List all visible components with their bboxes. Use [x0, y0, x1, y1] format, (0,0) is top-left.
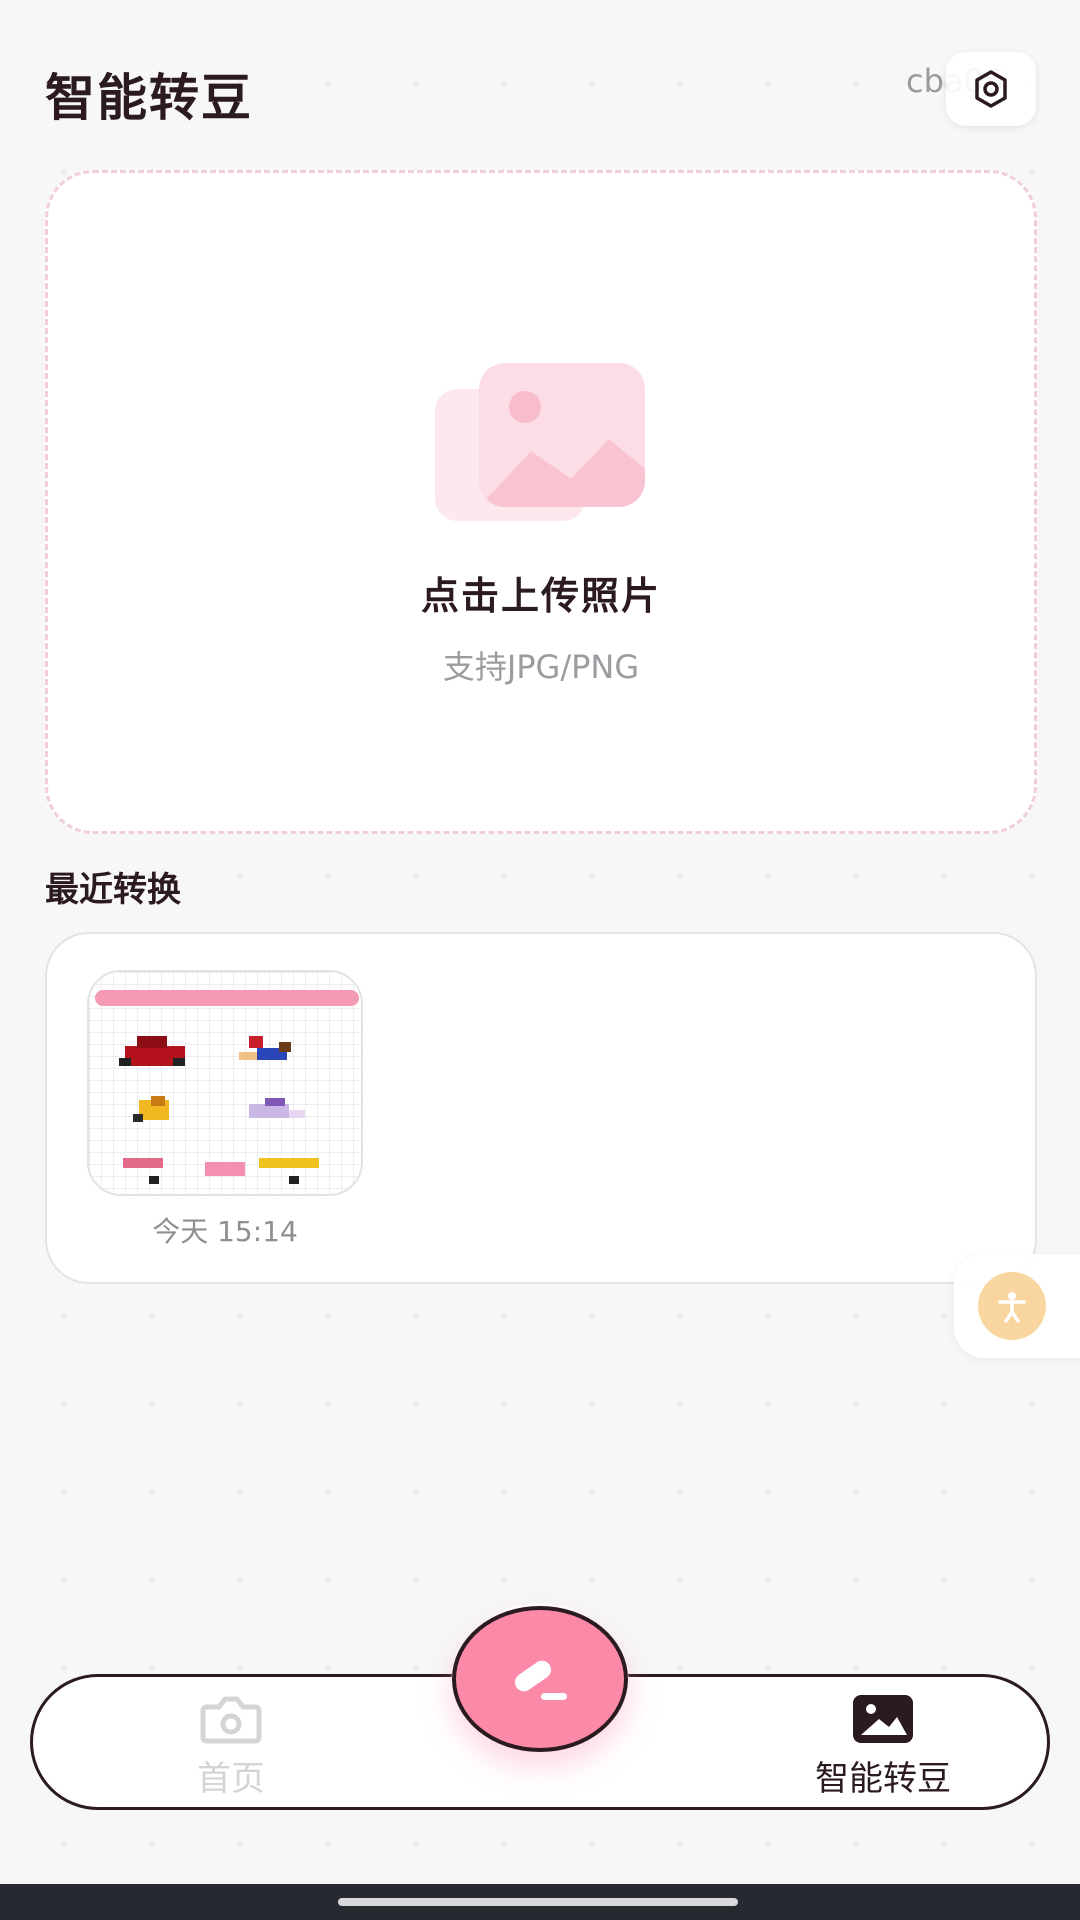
floating-accessibility-button[interactable] — [954, 1254, 1080, 1358]
accessibility-dot — [978, 1272, 1046, 1340]
tab-convert[interactable]: 智能转豆 — [773, 1693, 993, 1800]
page-title: 智能转豆 — [45, 69, 253, 127]
tab-home[interactable]: 首页 — [121, 1693, 341, 1800]
upload-subtitle: 支持JPG/PNG — [442, 648, 640, 686]
system-nav-bar — [0, 1884, 1080, 1920]
create-fab-button[interactable] — [452, 1606, 628, 1752]
recent-item[interactable]: 今天 15:14 — [87, 970, 363, 1250]
image-upload-icon — [435, 363, 645, 521]
settings-button[interactable] — [946, 52, 1036, 126]
upload-title: 点击上传照片 — [420, 574, 661, 618]
recent-thumbnail[interactable] — [87, 970, 363, 1196]
recent-item-time: 今天 15:14 — [152, 1215, 298, 1248]
pixel-pattern-thumbnail — [89, 972, 361, 1194]
tab-convert-label: 智能转豆 — [815, 1759, 951, 1799]
home-indicator[interactable] — [338, 1898, 738, 1906]
image-icon — [853, 1695, 913, 1743]
camera-icon — [200, 1696, 262, 1744]
upload-area[interactable]: 点击上传照片 支持JPG/PNG — [45, 170, 1037, 834]
settings-icon — [975, 70, 1007, 108]
section-title-recent: 最近转换 — [45, 870, 181, 910]
recent-list: 今天 15:14 — [45, 932, 1037, 1284]
pen-icon — [514, 1660, 567, 1700]
tab-home-label: 首页 — [197, 1759, 265, 1799]
accessibility-icon — [998, 1292, 1026, 1323]
